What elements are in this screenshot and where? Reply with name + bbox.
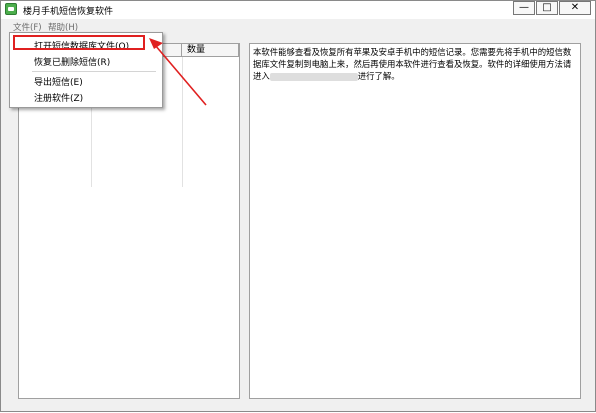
close-icon: ✕	[570, 2, 580, 13]
minimize-icon: —	[519, 2, 529, 13]
close-button[interactable]: ✕	[559, 1, 591, 15]
window-title: 楼月手机短信恢复软件	[23, 7, 114, 17]
description-text: 本软件能够查看及恢复所有苹果及安卓手机中的短信记录。您需要先将手机中的短信数据库…	[253, 46, 577, 82]
blurred-link[interactable]	[269, 72, 358, 81]
menu-item-register[interactable]: 注册软件(Z)	[34, 91, 83, 104]
menu-separator	[32, 71, 156, 72]
menu-item-export[interactable]: 导出短信(E)	[34, 75, 83, 88]
title-bar[interactable]: 楼月手机短信恢复软件 — □ ✕	[1, 1, 595, 19]
column-header-count[interactable]: 数量	[182, 44, 239, 57]
app-icon	[5, 3, 17, 15]
highlight-box	[13, 35, 145, 50]
menu-item-recover-deleted[interactable]: 恢复已删除短信(R)	[34, 55, 110, 68]
column-divider	[182, 57, 183, 187]
minimize-button[interactable]: —	[513, 1, 535, 15]
description-part2: 进行了解。	[357, 71, 400, 81]
app-window: 楼月手机短信恢复软件 — □ ✕ 文件(F) 帮助(H) 数量 本软件能够查看及…	[0, 0, 596, 412]
maximize-button[interactable]: □	[536, 1, 558, 15]
maximize-icon: □	[542, 2, 552, 13]
message-content-panel[interactable]: 本软件能够查看及恢复所有苹果及安卓手机中的短信记录。您需要先将手机中的短信数据库…	[249, 43, 581, 399]
menu-bar: 文件(F) 帮助(H)	[1, 19, 595, 33]
